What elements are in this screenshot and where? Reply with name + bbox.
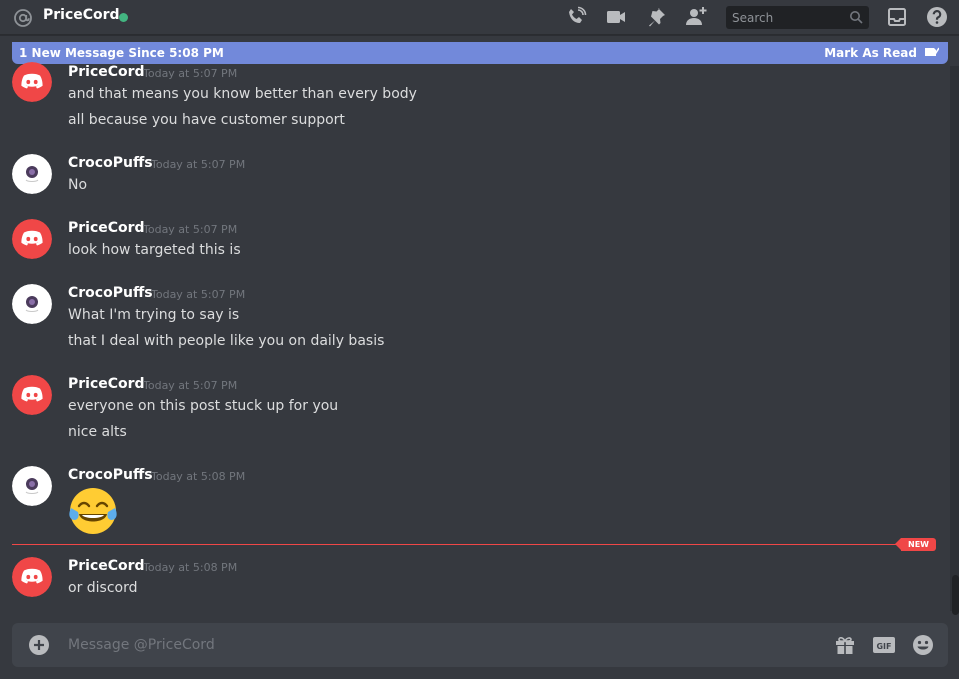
add-friend-icon[interactable] bbox=[685, 6, 707, 28]
search-icon bbox=[850, 11, 863, 24]
message-timestamp: Today at 5:07 PM bbox=[151, 288, 246, 301]
message-timestamp: Today at 5:07 PM bbox=[143, 379, 238, 392]
message-text: or discord bbox=[68, 580, 138, 596]
avatar[interactable] bbox=[12, 284, 52, 324]
user-avatar-icon bbox=[12, 466, 52, 506]
channel-title: PriceCord bbox=[43, 7, 120, 23]
message-author[interactable]: CrocoPuffs bbox=[68, 285, 153, 301]
message-text: nice alts bbox=[68, 424, 127, 440]
emoji-picker-icon[interactable] bbox=[912, 634, 934, 656]
add-attachment-icon[interactable] bbox=[29, 635, 49, 655]
message-group: PriceCord Today at 5:08 PM or discord bbox=[0, 556, 948, 606]
avatar[interactable] bbox=[12, 62, 52, 102]
message-group: PriceCord Today at 5:07 PM everyone on t… bbox=[0, 374, 948, 450]
mark-as-read-button[interactable]: Mark As Read bbox=[824, 46, 917, 60]
channel-header: PriceCord bbox=[0, 0, 959, 35]
discord-logo-icon bbox=[12, 62, 52, 102]
new-messages-bar[interactable]: 1 New Message Since 5:08 PM Mark As Read bbox=[12, 42, 948, 64]
avatar[interactable] bbox=[12, 466, 52, 506]
video-call-icon[interactable] bbox=[605, 6, 627, 28]
message-group: CrocoPuffs Today at 5:07 PM No bbox=[0, 153, 948, 203]
new-messages-label: 1 New Message Since 5:08 PM bbox=[19, 46, 224, 60]
avatar[interactable] bbox=[12, 375, 52, 415]
message-timestamp: Today at 5:07 PM bbox=[151, 158, 246, 171]
message-author[interactable]: PriceCord bbox=[68, 558, 145, 574]
face-with-tears-of-joy-icon[interactable] bbox=[68, 486, 118, 536]
user-avatar-icon bbox=[12, 284, 52, 324]
message-group: PriceCord Today at 5:07 PM and that mean… bbox=[0, 62, 948, 142]
message-author[interactable]: PriceCord bbox=[68, 376, 145, 392]
discord-logo-icon bbox=[12, 557, 52, 597]
message-text: everyone on this post stuck up for you bbox=[68, 398, 339, 414]
search-input[interactable] bbox=[726, 6, 846, 29]
message-composer: GIF bbox=[12, 623, 948, 667]
avatar[interactable] bbox=[12, 219, 52, 259]
message-author[interactable]: PriceCord bbox=[68, 64, 145, 80]
search-bar[interactable] bbox=[726, 6, 869, 29]
message-text: and that means you know better than ever… bbox=[68, 86, 417, 102]
avatar[interactable] bbox=[12, 557, 52, 597]
new-messages-divider bbox=[12, 544, 905, 545]
message-group: CrocoPuffs Today at 5:07 PM What I'm try… bbox=[0, 283, 948, 359]
svg-text:GIF: GIF bbox=[876, 642, 891, 651]
message-timestamp: Today at 5:07 PM bbox=[143, 223, 238, 236]
message-group: PriceCord Today at 5:07 PM look how targ… bbox=[0, 218, 948, 268]
message-timestamp: Today at 5:08 PM bbox=[143, 561, 238, 574]
message-author[interactable]: CrocoPuffs bbox=[68, 155, 153, 171]
online-status-indicator bbox=[119, 13, 128, 22]
help-icon[interactable] bbox=[926, 6, 948, 28]
user-avatar-icon bbox=[12, 154, 52, 194]
pin-icon[interactable] bbox=[645, 6, 667, 28]
discord-logo-icon bbox=[12, 219, 52, 259]
mark-read-icon[interactable] bbox=[924, 45, 939, 60]
message-timestamp: Today at 5:07 PM bbox=[143, 67, 238, 80]
avatar[interactable] bbox=[12, 154, 52, 194]
message-author[interactable]: PriceCord bbox=[68, 220, 145, 236]
gif-icon[interactable]: GIF bbox=[873, 634, 895, 656]
scrollbar-track[interactable] bbox=[950, 66, 959, 611]
inbox-icon[interactable] bbox=[886, 6, 908, 28]
message-input[interactable] bbox=[68, 623, 808, 667]
message-author[interactable]: CrocoPuffs bbox=[68, 467, 153, 483]
scrollbar-thumb[interactable] bbox=[952, 575, 959, 615]
message-group: CrocoPuffs Today at 5:08 PM bbox=[0, 465, 948, 537]
phone-call-icon[interactable] bbox=[565, 6, 587, 28]
message-timestamp: Today at 5:08 PM bbox=[151, 470, 246, 483]
message-text: No bbox=[68, 177, 88, 193]
at-icon bbox=[14, 9, 32, 27]
discord-logo-icon bbox=[12, 375, 52, 415]
message-text: What I'm trying to say is bbox=[68, 307, 240, 323]
new-messages-badge: NEW bbox=[895, 538, 936, 551]
gift-icon[interactable] bbox=[834, 634, 856, 656]
message-text: look how targeted this is bbox=[68, 242, 241, 258]
message-text: that I deal with people like you on dail… bbox=[68, 333, 385, 349]
message-text: all because you have customer support bbox=[68, 112, 345, 128]
